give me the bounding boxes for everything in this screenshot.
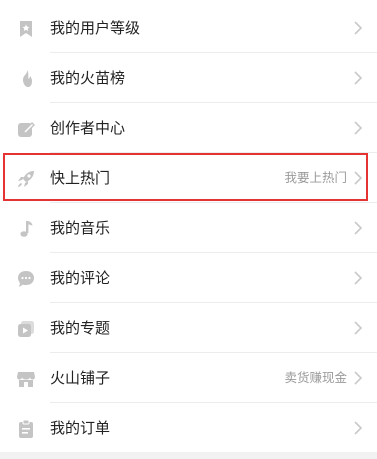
clipboard-icon [16,419,36,439]
flame-icon [16,69,36,89]
chevron-right-icon [353,421,363,435]
menu-item-flame-rank[interactable]: 我的火苗榜 [0,53,377,103]
menu-item-label: 我的用户等级 [50,19,141,37]
bottom-strip [0,452,377,459]
chevron-right-icon [353,371,363,385]
chevron-right-icon [353,271,363,285]
menu-list: 我的用户等级 我的火苗榜 创作者中心 快上热门 我要上热门 我的音乐 我的评论 … [0,0,377,452]
menu-item-label: 我的火苗榜 [50,69,126,87]
menu-item-my-topics[interactable]: 我的专题 [0,303,377,353]
shop-icon [16,369,36,389]
chevron-right-icon [353,71,363,85]
chevron-right-icon [353,171,363,185]
menu-item-label: 我的评论 [50,269,111,287]
music-note-icon [16,219,36,239]
menu-item-label: 快上热门 [50,169,111,187]
chevron-right-icon [353,21,363,35]
menu-item-my-music[interactable]: 我的音乐 [0,203,377,253]
menu-item-boost-hot[interactable]: 快上热门 我要上热门 [0,153,377,203]
menu-item-label: 我的音乐 [50,219,111,237]
chevron-right-icon [353,321,363,335]
comment-icon [16,269,36,289]
edit-square-icon [16,119,36,139]
menu-item-user-level[interactable]: 我的用户等级 [0,3,377,53]
rocket-icon [16,169,36,189]
menu-item-creator-center[interactable]: 创作者中心 [0,103,377,153]
menu-item-label: 创作者中心 [50,119,126,137]
menu-item-label: 我的专题 [50,319,111,337]
menu-item-hint: 卖货赚现金 [284,370,347,385]
chevron-right-icon [353,221,363,235]
menu-item-my-comments[interactable]: 我的评论 [0,253,377,303]
menu-item-volcano-shop[interactable]: 火山铺子 卖货赚现金 [0,353,377,403]
menu-item-label: 我的订单 [50,419,111,437]
bookmark-star-icon [16,19,36,39]
chevron-right-icon [353,121,363,135]
menu-item-label: 火山铺子 [50,369,111,387]
menu-item-hint: 我要上热门 [284,170,347,185]
topic-play-icon [16,319,36,339]
menu-item-my-orders[interactable]: 我的订单 [0,403,377,453]
